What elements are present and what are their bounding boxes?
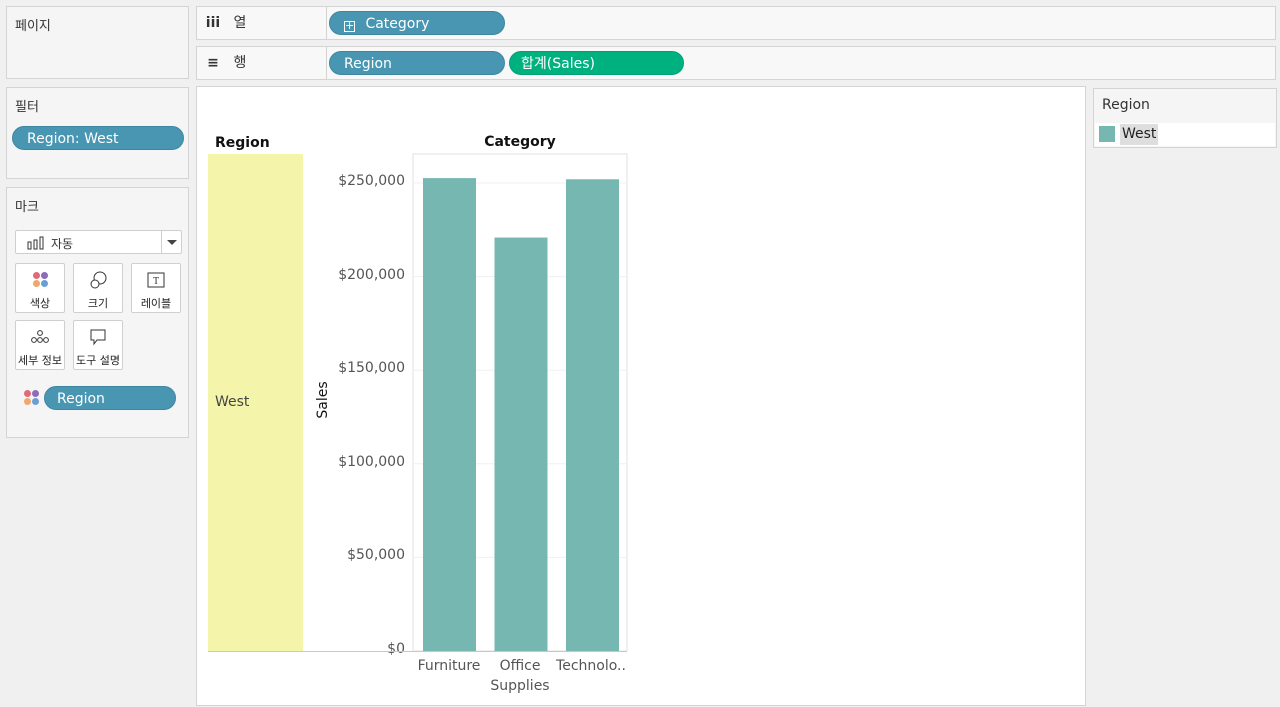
size-icon: [90, 271, 107, 289]
color-legend: Region West: [1093, 88, 1277, 148]
view-canvas: Region Category West Sales $0 $50,000 $100…: [196, 86, 1086, 706]
legend-item-label: West: [1120, 124, 1159, 145]
color-dots-icon: [30, 270, 50, 290]
columns-icon: iii: [205, 15, 221, 31]
bar-office-supplies[interactable]: [494, 237, 548, 652]
bar-chart-icon: [27, 236, 44, 250]
color-button[interactable]: 색상: [15, 263, 65, 313]
expand-plus-icon: +: [344, 19, 355, 32]
bar-technology[interactable]: [566, 179, 619, 651]
filters-title: 필터: [15, 100, 39, 115]
speech-bubble-icon: [90, 329, 106, 346]
filters-panel: 필터 Region: West: [6, 87, 189, 179]
chevron-down-icon: [167, 240, 177, 245]
rows-pill-region[interactable]: Region: [329, 51, 505, 75]
svg-text:T: T: [153, 276, 159, 287]
color-region-pill[interactable]: Region: [44, 386, 176, 410]
rows-label: 행: [233, 55, 247, 71]
tooltip-label: 도구 설명: [76, 354, 120, 367]
marks-panel: 마크 자동 색상 크기 T 레이블 세부 정보 도구 설명 Region: [6, 187, 189, 438]
mark-type-label: 자동: [51, 237, 74, 251]
category-label-furniture: Furniture: [417, 658, 481, 674]
pages-title: 페이지: [15, 19, 51, 34]
pages-panel: 페이지: [6, 6, 189, 79]
rows-shelf: ≡ 행 Region 합계(Sales): [196, 46, 1276, 80]
label-button[interactable]: T 레이블: [131, 263, 181, 313]
bar-furniture[interactable]: [423, 178, 476, 651]
legend-swatch: [1099, 126, 1115, 142]
marks-title: 마크: [15, 200, 39, 215]
category-label-office-supplies: Office Supplies: [490, 658, 550, 694]
label-label: 레이블: [140, 297, 172, 310]
size-button[interactable]: 크기: [73, 263, 123, 313]
rows-pill-sum-sales[interactable]: 합계(Sales): [509, 51, 684, 75]
filter-pill-region[interactable]: Region: West: [12, 126, 184, 150]
legend-title: Region: [1102, 97, 1150, 113]
detail-dots-icon: [31, 330, 49, 343]
tooltip-button[interactable]: 도구 설명: [73, 320, 123, 370]
color-label: 색상: [29, 297, 51, 310]
bar-chart-plot: [208, 153, 628, 652]
rows-icon: ≡: [207, 55, 219, 71]
mark-type-dropdown[interactable]: 자동: [15, 230, 182, 254]
text-label-icon: T: [147, 272, 165, 288]
dropdown-divider: [161, 231, 162, 253]
color-encoding-icon: [23, 389, 43, 409]
columns-pill-label: Category: [365, 16, 430, 32]
columns-label: 열: [233, 15, 247, 31]
columns-pill-category[interactable]: + Category: [329, 11, 505, 35]
detail-button[interactable]: 세부 정보: [15, 320, 65, 370]
detail-label: 세부 정보: [18, 354, 62, 367]
category-label-technology: Technolo..: [556, 658, 626, 674]
size-label: 크기: [87, 297, 109, 310]
columns-shelf: iii 열 + Category: [196, 6, 1276, 40]
legend-item-west[interactable]: West: [1095, 123, 1275, 146]
